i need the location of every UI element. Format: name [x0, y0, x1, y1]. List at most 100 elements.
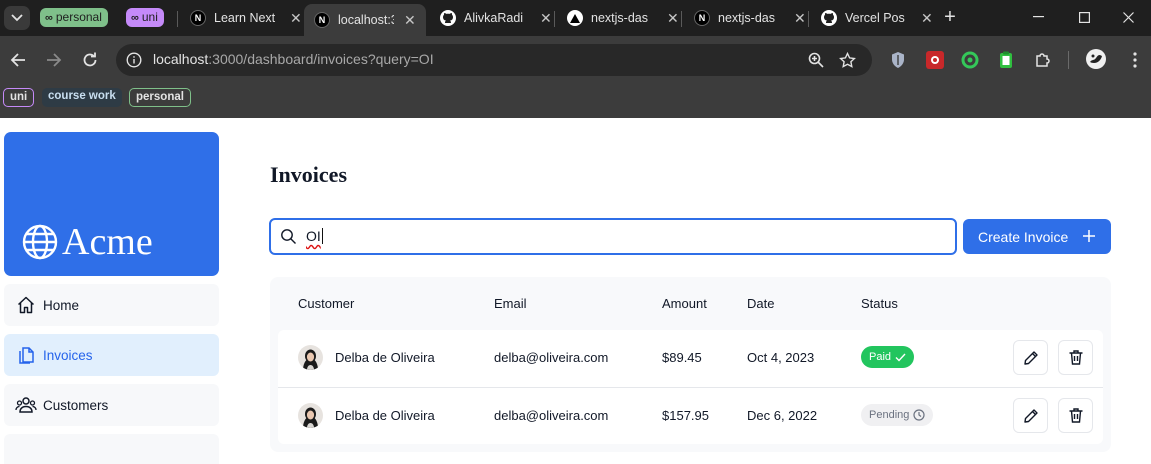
clock-icon	[913, 409, 925, 421]
invoice-amount: $89.45	[662, 350, 702, 365]
globe-icon	[22, 224, 58, 260]
arrow-left-icon	[10, 53, 25, 67]
users-icon	[15, 394, 37, 416]
sidebar-item-label: Home	[43, 297, 80, 313]
close-icon[interactable]: ✕	[667, 10, 679, 27]
tab-vercel-postgres[interactable]: Vercel Pos ✕	[807, 4, 935, 32]
sidebar-item-invoices[interactable]: Invoices	[4, 334, 219, 376]
invoice-amount: $157.95	[662, 408, 709, 423]
plus-icon	[1082, 227, 1096, 247]
nextjs-icon: N	[314, 12, 330, 28]
edit-invoice-button[interactable]	[1013, 398, 1048, 433]
nextjs-icon: N	[190, 10, 206, 26]
tab-nextjs-dashboard-vercel[interactable]: nextjs-das ✕	[553, 4, 681, 32]
delete-invoice-button[interactable]	[1058, 398, 1093, 433]
close-icon[interactable]: ✕	[404, 12, 416, 29]
menu-kebab-icon[interactable]	[1125, 50, 1145, 70]
create-invoice-button[interactable]: Create Invoice	[963, 219, 1111, 254]
pencil-icon	[1023, 350, 1038, 365]
arrow-right-icon	[47, 53, 62, 67]
home-icon	[15, 294, 37, 316]
status-badge: Pending	[861, 404, 934, 426]
avatar	[298, 403, 323, 428]
sidebar-item-home[interactable]: Home	[4, 284, 219, 326]
toolbar-divider	[1068, 51, 1069, 69]
invoice-date: Dec 6, 2022	[747, 408, 818, 423]
forward-button[interactable]	[42, 48, 66, 72]
logo-card[interactable]: Acme	[4, 132, 219, 276]
minimize-icon	[1032, 16, 1044, 18]
link-icon: ∞	[131, 12, 139, 24]
tab-group-uni[interactable]: ∞ uni	[126, 8, 164, 27]
shield-extension-icon[interactable]	[888, 50, 908, 70]
document-icon	[15, 344, 37, 366]
column-header-amount: Amount	[662, 296, 707, 311]
minimize-button[interactable]	[1015, 0, 1061, 34]
close-icon	[1122, 11, 1134, 23]
zoom-icon[interactable]	[806, 50, 826, 70]
close-window-button[interactable]	[1105, 0, 1151, 34]
tab-learn-next[interactable]: N Learn Next ✕	[176, 4, 304, 32]
invoices-table: Customer Email Amount Date Status Delba …	[270, 277, 1111, 452]
customer-email: delba@oliveira.com	[494, 408, 609, 423]
new-tab-button[interactable]: +	[940, 6, 960, 28]
search-icon	[280, 228, 297, 250]
avatar	[298, 345, 323, 370]
acme-logo: Acme	[22, 222, 153, 262]
bookmark-star-icon[interactable]	[837, 50, 857, 70]
customer-name: Delba de Oliveira	[335, 408, 435, 423]
trash-icon	[1069, 408, 1082, 423]
maximize-icon	[1078, 11, 1090, 23]
sidebar-item-customers[interactable]: Customers	[4, 384, 219, 426]
ublock-extension-icon[interactable]	[925, 50, 945, 70]
customer-email: delba@oliveira.com	[494, 350, 609, 365]
text-caret	[321, 228, 323, 244]
github-icon	[440, 10, 456, 26]
clipboard-extension-icon[interactable]	[996, 50, 1016, 70]
dashboard-page: Acme Home Invoices Customers Invoices OI…	[0, 118, 1151, 464]
table-row: Delba de Oliveira delba@oliveira.com $89…	[278, 330, 1103, 387]
edit-invoice-button[interactable]	[1013, 340, 1048, 375]
close-icon[interactable]: ✕	[921, 10, 933, 27]
tab-github-alivka[interactable]: AlivkaRadi ✕	[426, 4, 554, 32]
browser-tabstrip: ∞ personal ∞ uni N Learn Next ✕ N localhos…	[0, 0, 1151, 36]
sidebar-item-label: Customers	[43, 397, 109, 413]
bookmark-course-work[interactable]: course work	[42, 88, 122, 107]
maximize-button[interactable]	[1061, 0, 1107, 34]
search-input[interactable]: OI	[269, 218, 957, 255]
page-title: Invoices	[270, 162, 347, 187]
puzzle-extensions-icon[interactable]	[1033, 50, 1053, 70]
tab-group-personal[interactable]: ∞ personal	[40, 8, 108, 27]
bookmark-uni[interactable]: uni	[3, 88, 35, 107]
delete-invoice-button[interactable]	[1058, 340, 1093, 375]
address-bar[interactable]: localhost:3000/dashboard/invoices?query=…	[116, 44, 872, 76]
table-row: Delba de Oliveira delba@oliveira.com $15…	[278, 387, 1103, 444]
tab-nextjs-dashboard[interactable]: N nextjs-das ✕	[680, 4, 808, 32]
sidebar-spacer	[4, 434, 219, 464]
link-icon: ∞	[45, 12, 53, 24]
column-header-date: Date	[747, 296, 775, 311]
column-header-email: Email	[494, 296, 527, 311]
back-button[interactable]	[6, 48, 30, 72]
logo-text: Acme	[62, 221, 153, 263]
profile-avatar[interactable]	[1085, 48, 1107, 70]
nextjs-icon: N	[694, 10, 710, 26]
site-info-button[interactable]	[122, 48, 146, 72]
bookmark-personal[interactable]: personal	[129, 88, 191, 107]
table-body: Delba de Oliveira delba@oliveira.com $89…	[278, 330, 1103, 444]
search-value: OI	[306, 228, 323, 244]
close-icon[interactable]: ✕	[794, 10, 806, 27]
column-header-status: Status	[861, 296, 898, 311]
tab-localhost[interactable]: N localhost:3 ✕	[304, 4, 426, 36]
green-circle-extension-icon[interactable]	[960, 50, 980, 70]
bookmarks-bar: uni course work personal	[0, 84, 1151, 118]
reload-icon	[83, 52, 97, 67]
reload-button[interactable]	[78, 48, 102, 72]
url-text: localhost:3000/dashboard/invoices?query=…	[153, 51, 434, 67]
tab-search-button[interactable]	[4, 6, 30, 30]
vercel-icon	[567, 10, 583, 26]
trash-icon	[1069, 350, 1082, 365]
close-icon[interactable]: ✕	[290, 10, 302, 27]
close-icon[interactable]: ✕	[540, 10, 552, 27]
github-icon	[821, 10, 837, 26]
